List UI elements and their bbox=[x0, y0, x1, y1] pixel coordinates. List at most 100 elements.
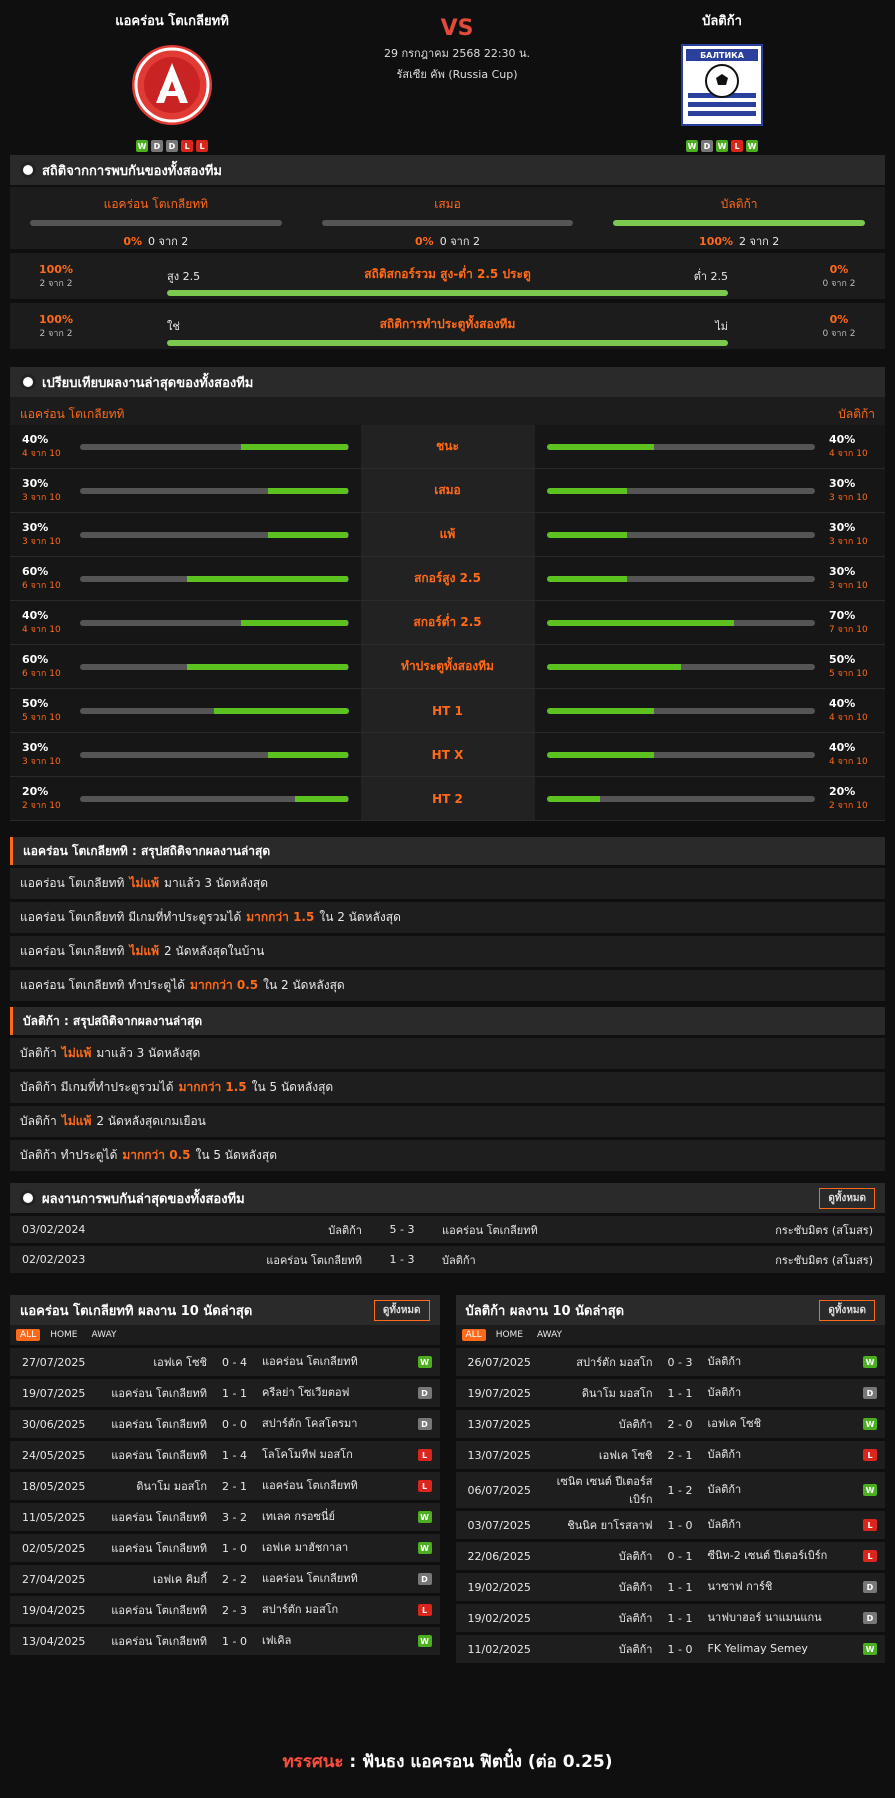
result-badge: W bbox=[417, 1511, 432, 1523]
filter-away-tab[interactable]: AWAY bbox=[533, 1329, 566, 1341]
recent-match-row[interactable]: 19/07/2025 ดินาโม มอสโก 1 - 1 บัลติก้า D bbox=[455, 1379, 885, 1407]
filter-home-tab[interactable]: HOME bbox=[492, 1329, 527, 1341]
football-icon bbox=[20, 162, 36, 178]
form-result-badge: W bbox=[746, 140, 758, 152]
result-badge: D bbox=[417, 1418, 432, 1430]
ou-left-pct: 100% bbox=[39, 263, 73, 276]
compare-home-pct: 30% 3 จาก 10 bbox=[22, 477, 66, 504]
h2h-match-row[interactable]: 02/02/2023 แอคร่อน โตเกลียททิ 1 - 3 บัลติก้… bbox=[10, 1246, 885, 1273]
match-score: 1 - 1 bbox=[222, 1386, 247, 1400]
recent-match-row[interactable]: 24/05/2025 แอคร่อน โตเกลียททิ 1 - 4 โลโคโมท… bbox=[10, 1441, 440, 1469]
compare-away-count: 3 จาก 10 bbox=[829, 493, 868, 503]
result-badge: L bbox=[417, 1480, 432, 1492]
compare-away-pct: 40% 4 จาก 10 bbox=[829, 433, 873, 460]
compare-home-side: 40% 4 จาก 10 bbox=[10, 601, 361, 644]
away-summary-title: บัลติก้า : สรุปสถิติจากผลงานล่าสุด bbox=[10, 1007, 885, 1035]
match-away-team: เฟเคิล bbox=[262, 1633, 292, 1647]
ou-title: สถิติสกอร์รวม สูง-ต่ำ 2.5 ประตู bbox=[364, 267, 531, 281]
home-team[interactable]: แอคร่อน โตเกลียททิ WDDLL bbox=[72, 10, 272, 152]
h2h-match-list: 03/02/2024 บัลติก้า 5 - 3 แอคร่อน โตเกลียทท… bbox=[10, 1216, 885, 1273]
recent-match-row[interactable]: 19/02/2025 บัลติก้า 1 - 1 นาฟบาฮอร์ นาแมนแก… bbox=[455, 1604, 885, 1632]
compare-home-bar bbox=[80, 487, 349, 494]
ou-right-pct: 0% bbox=[829, 263, 849, 276]
h2h-match-row[interactable]: 03/02/2024 บัลติก้า 5 - 3 แอคร่อน โตเกลียทท… bbox=[10, 1216, 885, 1243]
recent-match-row[interactable]: 19/02/2025 บัลติก้า 1 - 1 นาซาฟ การ์ชิ D bbox=[455, 1573, 885, 1601]
match-away-team: เอฟเค โซชิ bbox=[707, 1416, 762, 1430]
recent-match-row[interactable]: 27/07/2025 เอฟเค โซชิ 0 - 4 แอคร่อน โตเกลีย… bbox=[10, 1348, 440, 1376]
match-score: 1 - 0 bbox=[222, 1541, 247, 1555]
compare-home-bar bbox=[80, 531, 349, 538]
compare-home-count: 6 จาก 10 bbox=[22, 581, 61, 591]
bar-fill bbox=[167, 290, 728, 296]
result-badge: W bbox=[863, 1418, 877, 1430]
recent-match-row[interactable]: 13/07/2025 บัลติก้า 2 - 0 เอฟเค โซชิ W bbox=[455, 1410, 885, 1438]
compare-metric-label: สกอร์สูง 2.5 bbox=[360, 557, 535, 600]
recent-match-row[interactable]: 19/07/2025 แอคร่อน โตเกลียททิ 1 - 1 ครีลย่า… bbox=[10, 1379, 440, 1407]
recent-match-row[interactable]: 30/06/2025 แอคร่อน โตเกลียททิ 0 - 0 สปาร์ตั… bbox=[10, 1410, 440, 1438]
btts-left-count: 2 จาก 2 bbox=[39, 329, 73, 339]
compare-table: 40% 4 จาก 10 ชนะ 40% 4 จาก 10 30% 3 จาก 10 เสมอ… bbox=[10, 425, 885, 821]
summary-suffix: มาแล้ว 3 นัดหลังสุด bbox=[164, 876, 269, 890]
away-last10-view-all-button[interactable]: ดูทั้งหมด bbox=[819, 1299, 875, 1321]
form-result-badge: L bbox=[196, 140, 208, 152]
match-competition: กระชับมิตร (สโมสร) bbox=[775, 1253, 873, 1267]
bar-fill bbox=[167, 340, 728, 346]
compare-home-count: 3 จาก 10 bbox=[22, 757, 61, 767]
recent-match-row[interactable]: 06/07/2025 เซนิต เซนต์ ปีเตอร์สเบิร์ก 1 - … bbox=[455, 1472, 885, 1508]
h2h-view-all-button[interactable]: ดูทั้งหมด bbox=[819, 1187, 875, 1209]
compare-row: 60% 6 จาก 10 ทำประตูทั้งสองทีม 50% 5 จาก 10 bbox=[10, 645, 885, 689]
compare-home-bar bbox=[80, 795, 349, 802]
recent-match-row[interactable]: 03/07/2025 ชินนิค ยาโรสลาฟ 1 - 0 บัลติก้า L bbox=[455, 1511, 885, 1539]
recent-match-row[interactable]: 02/05/2025 แอคร่อน โตเกลียททิ 1 - 0 เอฟเค ม… bbox=[10, 1534, 440, 1562]
home-last10-view-all-button[interactable]: ดูทั้งหมด bbox=[373, 1299, 430, 1321]
recent-match-row[interactable]: 11/02/2025 บัลติก้า 1 - 0 FK Yelimay Semey W bbox=[455, 1635, 885, 1663]
compare-away-pct-value: 70% bbox=[829, 609, 856, 622]
compare-away-bar bbox=[546, 531, 815, 538]
summary-suffix: ใน 5 นัดหลังสุด bbox=[251, 1080, 334, 1094]
result-badge: D bbox=[863, 1387, 877, 1399]
filter-all-tab[interactable]: ALL bbox=[16, 1329, 41, 1341]
compare-away-count: 4 จาก 10 bbox=[829, 449, 868, 459]
filter-away-tab[interactable]: AWAY bbox=[88, 1329, 121, 1341]
compare-home-bar-fill bbox=[267, 531, 349, 538]
match-date: 22/06/2025 bbox=[467, 1549, 531, 1563]
match-date: 18/05/2025 bbox=[22, 1479, 86, 1493]
compare-row: 30% 3 จาก 10 แพ้ 30% 3 จาก 10 bbox=[10, 513, 885, 557]
compare-home-side: 40% 4 จาก 10 bbox=[10, 425, 361, 468]
btts-title: สถิติการทำประตูทั้งสองทีม bbox=[379, 317, 516, 331]
ou-left-count: 2 จาก 2 bbox=[39, 279, 73, 289]
filter-all-tab[interactable]: ALL bbox=[461, 1329, 486, 1341]
btts-right-pct: 0% bbox=[829, 313, 849, 326]
match-date: 24/05/2025 bbox=[22, 1448, 86, 1462]
h2h-home-label: แอคร่อน โตเกลียททิ bbox=[103, 197, 209, 211]
home-last10-list: 27/07/2025 เอฟเค โซชิ 0 - 4 แอคร่อน โตเกลีย… bbox=[10, 1348, 440, 1655]
recent-match-row[interactable]: 26/07/2025 สปาร์ตัก มอสโก 0 - 3 บัลติก้า W bbox=[455, 1348, 885, 1376]
match-date: 19/07/2025 bbox=[22, 1386, 86, 1400]
match-home-team: ดินาโม มอสโก bbox=[136, 1480, 207, 1493]
compare-away-bar-fill bbox=[546, 531, 628, 538]
match-score: 1 - 2 bbox=[667, 1483, 693, 1497]
h2h-result-bars: แอคร่อน โตเกลียททิ 0% 0 จาก 2 เสมอ 0% 0 จา… bbox=[10, 187, 885, 249]
recent-match-row[interactable]: 13/04/2025 แอคร่อน โตเกลียททิ 1 - 0 เฟเคิล W bbox=[10, 1627, 440, 1655]
summary-text: บัลติก้า bbox=[20, 1114, 57, 1128]
compare-away-side: 50% 5 จาก 10 bbox=[534, 645, 885, 688]
form-result-badge: L bbox=[731, 140, 743, 152]
recent-match-row[interactable]: 11/05/2025 แอคร่อน โตเกลียททิ 3 - 2 เทเลค ก… bbox=[10, 1503, 440, 1531]
recent-match-row[interactable]: 13/07/2025 เอฟเค โซชิ 2 - 1 บัลติก้า L bbox=[455, 1441, 885, 1469]
form-result-badge: D bbox=[151, 140, 163, 152]
summary-row: บัลติก้า ไม่แพ้ มาแล้ว 3 นัดหลังสุด bbox=[10, 1038, 885, 1069]
result-badge: W bbox=[417, 1542, 432, 1554]
match-date: 03/07/2025 bbox=[467, 1518, 531, 1532]
compare-away-side: 30% 3 จาก 10 bbox=[534, 557, 885, 600]
summary-highlight: มากกว่า 0.5 bbox=[190, 978, 259, 992]
filter-home-tab[interactable]: HOME bbox=[46, 1329, 81, 1341]
recent-match-row[interactable]: 22/06/2025 บัลติก้า 0 - 1 ซีนิท-2 เซนต์ ปีเ… bbox=[455, 1542, 885, 1570]
recent-match-row[interactable]: 27/04/2025 เอฟเค คิมกี้ 2 - 2 แอคร่อน โตเกล… bbox=[10, 1565, 440, 1593]
recent-match-row[interactable]: 19/04/2025 แอคร่อน โตเกลียททิ 2 - 3 สปาร์ตั… bbox=[10, 1596, 440, 1624]
away-team[interactable]: บัลติก้า БАЛТИКА WDWLW bbox=[622, 10, 822, 152]
compare-metric-label: HT 1 bbox=[360, 689, 535, 732]
summary-text: แอคร่อน โตเกลียททิ มีเกมที่ทำประตูรวมได้ bbox=[20, 910, 242, 924]
h2h-draw-pct: 0% bbox=[415, 235, 434, 248]
competition-name: รัสเซีย คัพ (Russia Cup) bbox=[396, 68, 518, 81]
recent-match-row[interactable]: 18/05/2025 ดินาโม มอสโก 2 - 1 แอคร่อน โตเกล… bbox=[10, 1472, 440, 1500]
